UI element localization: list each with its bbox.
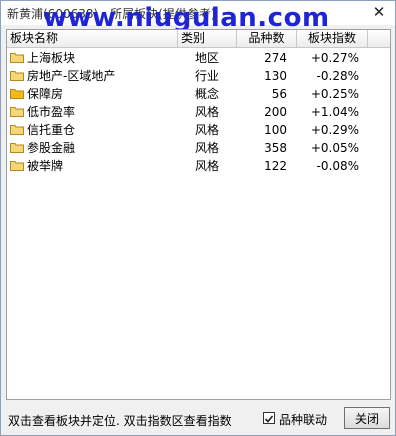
column-header-name[interactable]: 板块名称 bbox=[7, 30, 178, 47]
sector-type: 风格 bbox=[195, 123, 220, 137]
close-icon[interactable]: ✕ bbox=[371, 4, 387, 20]
column-header-count[interactable]: 品种数 bbox=[237, 30, 297, 47]
sector-type: 风格 bbox=[195, 105, 220, 119]
close-button[interactable]: 关闭 bbox=[344, 407, 390, 429]
table-row[interactable]: 保障房 概念 56 +0.25% bbox=[7, 85, 377, 103]
sector-list[interactable]: 板块名称 类别 品种数 板块指数 上海板块 地区 274 +0.27% 房地产-区域地产… bbox=[6, 29, 391, 400]
sector-type: 风格 bbox=[195, 141, 220, 155]
folder-icon bbox=[10, 89, 24, 99]
sector-count: 274 bbox=[264, 51, 287, 65]
sector-type: 风格 bbox=[195, 159, 220, 173]
folder-icon bbox=[10, 53, 24, 63]
sector-index: +0.25% bbox=[310, 87, 359, 101]
sector-name: 房地产-区域地产 bbox=[27, 69, 116, 83]
sector-count: 200 bbox=[264, 105, 287, 119]
link-checkbox-label[interactable]: 品种联动 bbox=[279, 411, 327, 428]
column-header-type[interactable]: 类别 bbox=[178, 30, 237, 47]
sector-name: 上海板块 bbox=[27, 51, 76, 65]
sector-type: 地区 bbox=[195, 51, 220, 65]
sector-index: -0.28% bbox=[316, 69, 359, 83]
table-row[interactable]: 房地产-区域地产 行业 130 -0.28% bbox=[7, 67, 377, 85]
sector-type: 行业 bbox=[195, 69, 220, 83]
column-header-index[interactable]: 板块指数 bbox=[297, 30, 368, 47]
sector-name: 被举牌 bbox=[27, 159, 64, 173]
table-row[interactable]: 参股金融 风格 358 +0.05% bbox=[7, 139, 377, 157]
sector-index: +1.04% bbox=[310, 105, 359, 119]
sector-count: 130 bbox=[264, 69, 287, 83]
table-row[interactable]: 上海板块 地区 274 +0.27% bbox=[7, 49, 377, 67]
sector-name: 低市盈率 bbox=[27, 105, 76, 119]
list-header: 板块名称 类别 品种数 板块指数 bbox=[7, 30, 390, 48]
sector-name: 参股金融 bbox=[27, 141, 76, 155]
sector-count: 56 bbox=[271, 87, 287, 101]
folder-icon bbox=[10, 107, 24, 117]
table-row[interactable]: 信托重仓 风格 100 +0.29% bbox=[7, 121, 377, 139]
sector-index: +0.29% bbox=[310, 123, 359, 137]
sector-index: +0.27% bbox=[310, 51, 359, 65]
dialog-window: 新黄浦(600638) - 所属板块(提供参考) www.niugulan.co… bbox=[0, 0, 396, 436]
sector-type: 概念 bbox=[195, 87, 220, 101]
sector-count: 358 bbox=[264, 141, 287, 155]
folder-icon bbox=[10, 71, 24, 81]
sector-name: 保障房 bbox=[27, 87, 64, 101]
title-bar: 新黄浦(600638) - 所属板块(提供参考) www.niugulan.co… bbox=[1, 1, 395, 33]
sector-count: 122 bbox=[264, 159, 287, 173]
sector-name: 信托重仓 bbox=[27, 123, 76, 137]
sector-count: 100 bbox=[264, 123, 287, 137]
folder-icon bbox=[10, 125, 24, 135]
folder-icon bbox=[10, 143, 24, 153]
checkmark-icon bbox=[264, 415, 274, 423]
table-row[interactable]: 被举牌 风格 122 -0.08% bbox=[7, 157, 377, 175]
table-row[interactable]: 低市盈率 风格 200 +1.04% bbox=[7, 103, 377, 121]
link-checkbox[interactable] bbox=[263, 412, 275, 424]
folder-icon bbox=[10, 161, 24, 171]
sector-index: -0.08% bbox=[316, 159, 359, 173]
sector-index: +0.05% bbox=[310, 141, 359, 155]
hint-text: 双击查看板块并定位. 双击指数区查看指数 bbox=[8, 414, 232, 428]
